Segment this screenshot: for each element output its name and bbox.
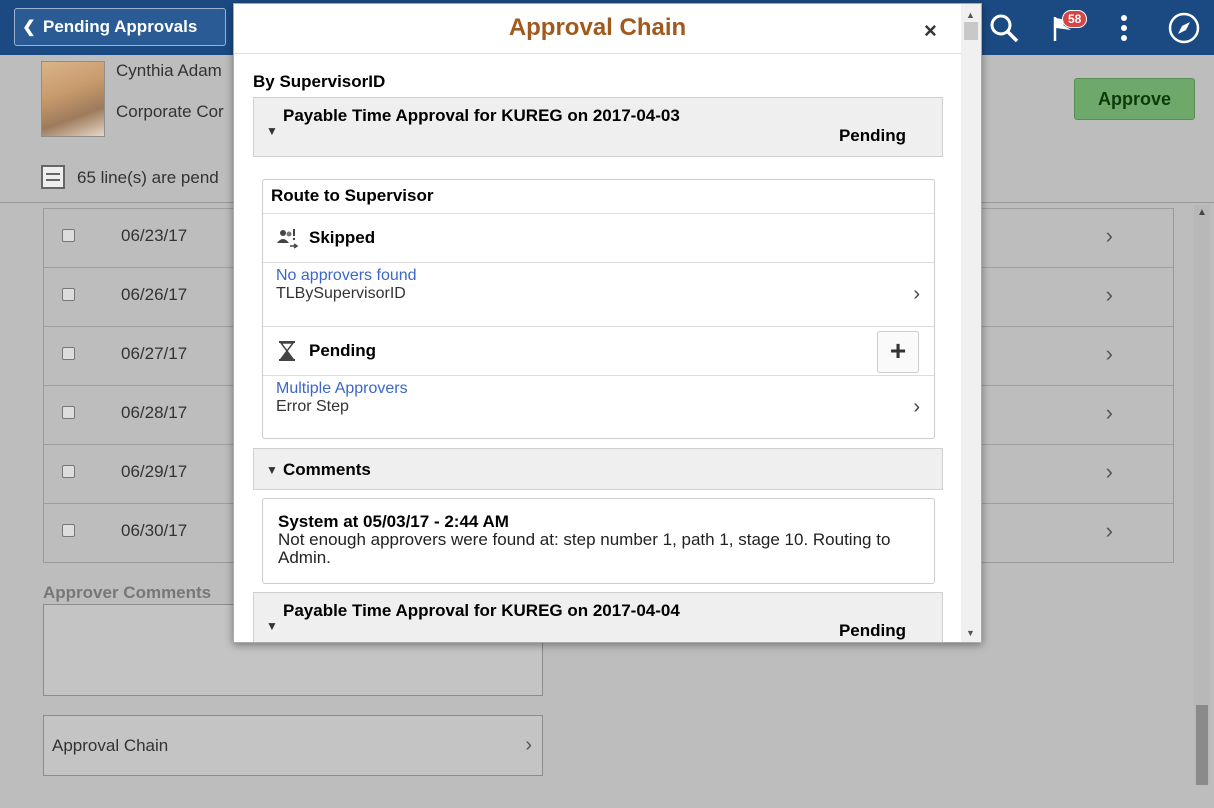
approver-detail: TLBySupervisorID [276, 285, 406, 302]
navbar-compass-icon[interactable] [1154, 0, 1214, 55]
approver-link[interactable]: Multiple Approvers [276, 380, 408, 398]
comment-author: System at 05/03/17 - 2:44 AM [278, 512, 509, 531]
row-date: 06/27/17 [121, 344, 188, 363]
hourglass-icon [276, 340, 298, 362]
close-button[interactable]: × [924, 18, 937, 44]
collapse-triangle-icon[interactable]: ▼ [266, 463, 278, 477]
scroll-up-icon[interactable]: ▲ [1197, 207, 1207, 218]
approval-title: Payable Time Approval for KUREG on 2017-… [283, 106, 680, 125]
step-approver-row[interactable]: No approvers found TLBySupervisorID › [263, 263, 934, 327]
employee-name: Cynthia Adam [116, 61, 222, 80]
approver-comments-label: Approver Comments [43, 583, 212, 602]
avatar [41, 61, 105, 137]
chevron-right-icon: › [525, 734, 532, 756]
step-status-label: Skipped [309, 228, 376, 247]
chevron-right-icon[interactable]: › [1106, 518, 1113, 544]
approval-status: Pending [838, 621, 906, 640]
modal-body: By SupervisorID ▼ Payable Time Approval … [234, 55, 961, 642]
comment-text: Not enough approvers were found at: step… [278, 530, 891, 567]
step-approver-row[interactable]: Multiple Approvers Error Step › [263, 376, 934, 438]
back-button[interactable]: ❮ Pending Approvals [14, 8, 226, 46]
approver-link[interactable]: No approvers found [276, 267, 417, 285]
more-options-icon[interactable] [1094, 0, 1154, 55]
modal-scrollbar[interactable]: ▲ ▼ [961, 4, 981, 642]
step-status-row: Skipped [263, 214, 934, 263]
search-icon[interactable] [974, 0, 1034, 55]
approval-chain-link[interactable]: Approval Chain › [43, 715, 543, 776]
comment-entry: System at 05/03/17 - 2:44 AM Not enough … [262, 498, 935, 584]
scrollbar-thumb[interactable] [1196, 705, 1208, 785]
scroll-down-icon[interactable]: ▼ [966, 628, 975, 638]
chevron-right-icon[interactable]: › [913, 283, 920, 306]
lines-pending-text: 65 line(s) are pend [77, 168, 219, 187]
row-date: 06/29/17 [121, 462, 188, 481]
route-title: Route to Supervisor [263, 180, 934, 214]
notifications-flag-icon[interactable]: 58 [1034, 0, 1094, 55]
add-approver-button[interactable]: + [877, 331, 919, 373]
approval-chain-modal: Approval Chain × By SupervisorID ▼ Payab… [233, 3, 982, 643]
approver-detail: Error Step [276, 398, 349, 415]
row-date: 06/28/17 [121, 403, 188, 422]
collapse-triangle-icon[interactable]: ▼ [266, 619, 278, 633]
comments-label: Comments [283, 460, 371, 479]
row-date: 06/30/17 [121, 521, 188, 540]
notification-badge: 58 [1062, 10, 1088, 28]
modal-title: Approval Chain [234, 4, 961, 54]
row-checkbox[interactable] [62, 288, 75, 301]
approval-title: Payable Time Approval for KUREG on 2017-… [283, 601, 680, 620]
chevron-right-icon[interactable]: › [1106, 400, 1113, 426]
step-status-row: Pending + [263, 327, 934, 376]
chevron-right-icon[interactable]: › [913, 396, 920, 419]
step-status-label: Pending [309, 341, 377, 360]
scroll-up-icon[interactable]: ▲ [966, 10, 975, 20]
row-checkbox[interactable] [62, 406, 75, 419]
skipped-user-icon [276, 227, 299, 249]
comments-header[interactable]: ▼ Comments [253, 448, 943, 490]
row-date: 06/23/17 [121, 226, 188, 245]
header-actions: 58 [974, 0, 1214, 55]
row-checkbox[interactable] [62, 465, 75, 478]
chevron-right-icon[interactable]: › [1106, 341, 1113, 367]
chevron-right-icon[interactable]: › [1106, 282, 1113, 308]
row-checkbox[interactable] [62, 347, 75, 360]
chevron-left-icon: ❮ [22, 19, 36, 36]
page-scrollbar[interactable]: ▲ [1194, 205, 1210, 785]
approval-header-0403[interactable]: ▼ Payable Time Approval for KUREG on 201… [253, 97, 943, 157]
approval-chain-link-label: Approval Chain [52, 735, 169, 755]
chevron-right-icon[interactable]: › [1106, 223, 1113, 249]
approval-header-0404[interactable]: ▼ Payable Time Approval for KUREG on 201… [253, 592, 943, 642]
approve-button[interactable]: Approve [1074, 78, 1195, 120]
back-button-label: Pending Approvals [43, 17, 198, 36]
employee-department: Corporate Cor [116, 102, 224, 121]
row-checkbox[interactable] [62, 524, 75, 537]
group-label: By SupervisorID [253, 72, 386, 91]
approval-status: Pending [838, 126, 906, 145]
route-panel: Route to Supervisor Skipped No approvers… [262, 179, 935, 439]
list-toggle-icon[interactable] [41, 165, 65, 189]
chevron-right-icon[interactable]: › [1106, 459, 1113, 485]
scrollbar-thumb[interactable] [964, 22, 978, 40]
row-checkbox[interactable] [62, 229, 75, 242]
collapse-triangle-icon[interactable]: ▼ [266, 124, 278, 138]
row-date: 06/26/17 [121, 285, 188, 304]
